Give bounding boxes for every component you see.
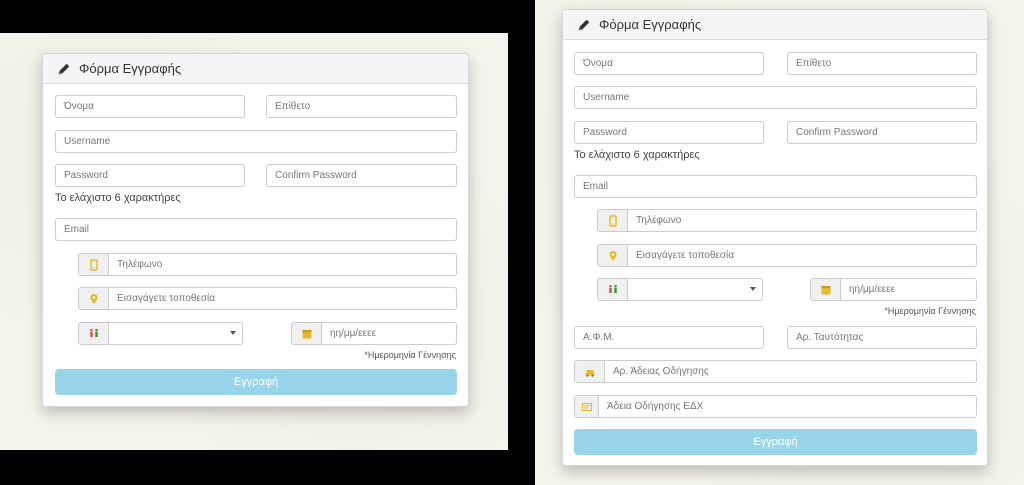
- location-placeholder: Εισαγάγετε τοποθεσία: [117, 293, 216, 304]
- username-field[interactable]: Username: [55, 130, 457, 153]
- birthdate-note: *Ημερομηνία Γέννησης: [884, 306, 976, 316]
- male-female-icon: [608, 284, 617, 293]
- gender-addon: [598, 279, 628, 300]
- pencil-icon: [578, 19, 590, 30]
- male-female-icon: [89, 328, 98, 337]
- birthdate-note: *Ημερομηνία Γέννησης: [364, 350, 456, 360]
- afm-field[interactable]: Α.Φ.Μ.: [574, 326, 764, 349]
- confirm-password-field[interactable]: Confirm Password: [266, 164, 457, 187]
- username-field[interactable]: Username: [574, 86, 977, 109]
- password-field[interactable]: Password: [55, 164, 245, 187]
- gender-select[interactable]: [597, 278, 763, 301]
- gender-select[interactable]: [78, 322, 243, 345]
- edx-license-input[interactable]: Άδεια Οδήγησης ΕΔΧ: [574, 395, 977, 418]
- phone-input[interactable]: Τηλέφωνο: [78, 253, 457, 276]
- email-field[interactable]: Email: [574, 175, 977, 198]
- gender-dropdown[interactable]: [628, 279, 762, 300]
- first-name-field[interactable]: Όνομα: [55, 95, 245, 118]
- edx-license-placeholder: Άδεια Οδήγησης ΕΔΧ: [607, 401, 704, 412]
- last-name-field[interactable]: Επίθετο: [266, 95, 457, 118]
- register-button[interactable]: Εγγραφή: [55, 369, 457, 395]
- phone-placeholder: Τηλέφωνο: [117, 259, 163, 270]
- register-button[interactable]: Εγγραφή: [574, 429, 977, 455]
- mobile-phone-icon: [89, 258, 98, 271]
- location-addon: [79, 288, 109, 309]
- location-input[interactable]: Εισαγάγετε τοποθεσία: [597, 244, 977, 267]
- gender-addon: [79, 323, 109, 344]
- map-marker-icon: [90, 293, 97, 304]
- phone-addon: [598, 210, 628, 231]
- phone-placeholder: Τηλέφωνο: [636, 215, 682, 226]
- chevron-down-icon: [750, 287, 756, 291]
- registration-form-extended: Φόρμα Εγγραφής Όνομα Επίθετο Username Pa…: [562, 9, 988, 466]
- pencil-icon: [58, 63, 70, 74]
- birthdate-input[interactable]: ηη/μμ/εεεε: [810, 278, 977, 301]
- license-addon: [575, 361, 605, 382]
- email-field[interactable]: Email: [55, 218, 457, 241]
- driving-license-input[interactable]: Αρ. Άδειας Οδήγησης: [574, 360, 977, 383]
- form-title: Φόρμα Εγγραφής: [599, 17, 702, 32]
- id-number-field[interactable]: Αρ. Ταυτότητας: [787, 326, 977, 349]
- birthdate-placeholder: ηη/μμ/εεεε: [849, 284, 896, 295]
- calendar-icon: [302, 329, 311, 338]
- password-hint: Το ελάχιστο 6 χαρακτήρες: [574, 149, 700, 161]
- calendar-addon: [811, 279, 841, 300]
- password-hint: Το ελάχιστο 6 χαρακτήρες: [55, 192, 181, 204]
- form-title: Φόρμα Εγγραφής: [79, 61, 182, 76]
- calendar-icon: [821, 285, 830, 294]
- first-name-field[interactable]: Όνομα: [574, 52, 764, 75]
- registration-form-basic: Φόρμα Εγγραφής Όνομα Επίθετο Username Pa…: [42, 53, 469, 407]
- id-card-icon: [581, 402, 592, 411]
- panel-header: Φόρμα Εγγραφής: [43, 54, 468, 84]
- panel-header: Φόρμα Εγγραφής: [563, 10, 987, 40]
- location-addon: [598, 245, 628, 266]
- confirm-password-field[interactable]: Confirm Password: [787, 121, 977, 144]
- phone-addon: [79, 254, 109, 275]
- location-input[interactable]: Εισαγάγετε τοποθεσία: [78, 287, 457, 310]
- map-marker-icon: [609, 250, 616, 261]
- location-placeholder: Εισαγάγετε τοποθεσία: [636, 250, 735, 261]
- gender-dropdown[interactable]: [109, 323, 242, 344]
- phone-input[interactable]: Τηλέφωνο: [597, 209, 977, 232]
- chevron-down-icon: [230, 331, 236, 335]
- birthdate-input[interactable]: ηη/μμ/εεεε: [291, 322, 457, 345]
- password-field[interactable]: Password: [574, 121, 764, 144]
- mobile-phone-icon: [608, 214, 617, 227]
- calendar-addon: [292, 323, 322, 344]
- edx-addon: [575, 396, 599, 417]
- last-name-field[interactable]: Επίθετο: [787, 52, 977, 75]
- taxi-car-icon: [585, 369, 594, 377]
- license-placeholder: Αρ. Άδειας Οδήγησης: [613, 366, 709, 377]
- birthdate-placeholder: ηη/μμ/εεεε: [330, 328, 377, 339]
